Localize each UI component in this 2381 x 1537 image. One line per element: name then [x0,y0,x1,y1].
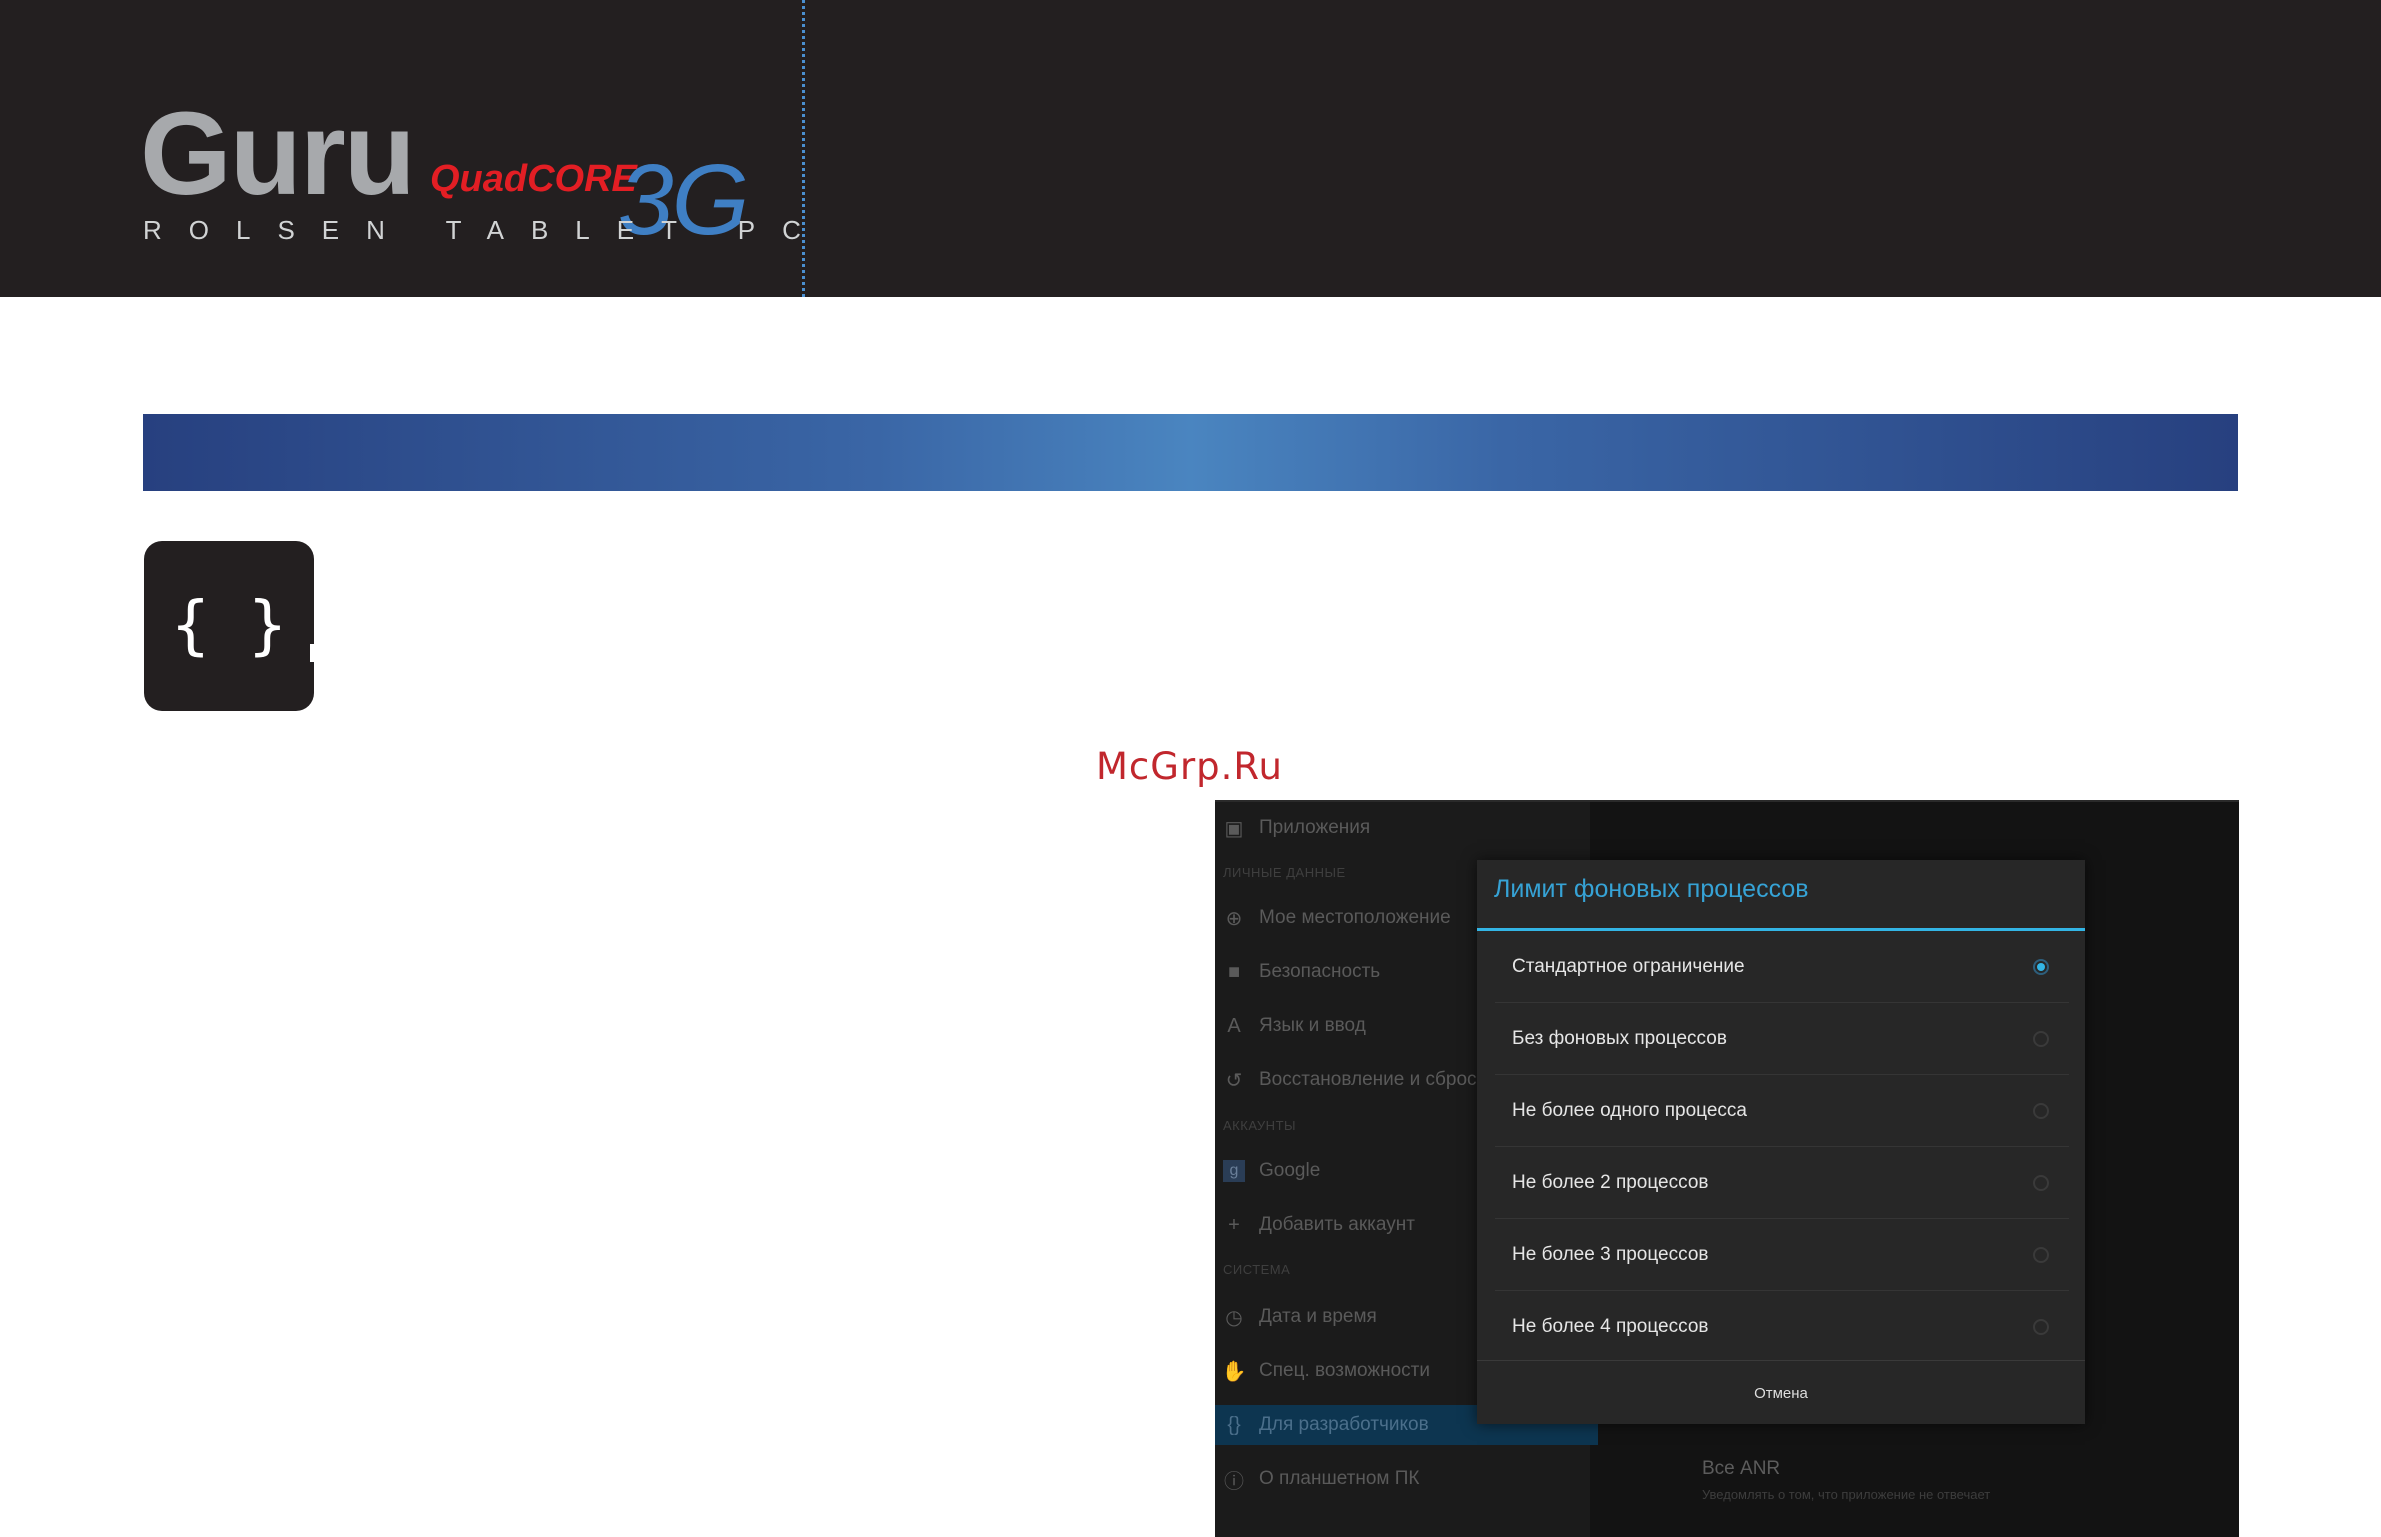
radio-icon[interactable] [2033,1030,2049,1047]
settings-item-label: Восстановление и сброс [1259,1069,1477,1090]
settings-item-label: Мое местоположение [1259,907,1451,928]
settings-item-label: О планшетном ПК [1259,1468,1420,1489]
lock-icon: ■ [1227,960,1241,983]
header-divider [802,0,805,297]
radio-icon[interactable] [2033,1102,2049,1119]
background-limit-dialog: Лимит фоновых процессов Стандартное огра… [1477,860,2085,1424]
section-header-system: Система [1223,1262,1291,1277]
option-label: Не более 2 процессов [1512,1171,1709,1193]
clock-icon: ◷ [1225,1306,1243,1329]
option-label: Без фоновых процессов [1512,1027,1727,1049]
logo-quadcore: QuadCORE [430,158,637,200]
developer-braces-icon: { } [144,541,314,711]
option-label: Не более 4 процессов [1512,1315,1709,1337]
apps-icon: ▣ [1224,817,1244,840]
settings-item-label: Для разработчиков [1259,1414,1429,1435]
google-icon: g [1223,1160,1245,1182]
anr-setting-summary: Уведомлять о том, что приложение не отве… [1702,1487,1991,1502]
cancel-button[interactable]: Отмена [1477,1360,2085,1425]
dialog-option[interactable]: Не более 4 процессов [1495,1291,2069,1362]
logo-subtitle: ROLSEN TABLET PC [143,215,828,245]
dialog-option[interactable]: Не более 3 процессов [1495,1219,2069,1291]
radio-icon[interactable] [2033,1318,2049,1335]
hand-icon: ✋ [1221,1360,1247,1383]
radio-icon[interactable] [2033,1174,2049,1191]
plus-icon: + [1228,1213,1240,1236]
settings-item-label: Спец. возможности [1259,1360,1430,1381]
section-bar [143,414,2238,491]
page-header: Guru QuadCORE 3G ROLSEN TABLET PC [0,0,2381,297]
location-icon: ⊕ [1225,907,1243,930]
dialog-option[interactable]: Без фоновых процессов [1495,1003,2069,1075]
option-label: Стандартное ограничение [1512,955,1745,977]
info-icon: ⓘ [1224,1470,1244,1493]
settings-item-about[interactable]: ⓘ О планшетном ПК [1223,1459,1583,1499]
radio-icon[interactable] [2033,1246,2049,1263]
settings-item-label: Google [1259,1160,1321,1181]
section-header-accounts: Аккаунты [1223,1118,1297,1133]
settings-item-label: Приложения [1259,817,1371,838]
option-label: Не более одного процесса [1512,1099,1747,1121]
dialog-option[interactable]: Не более 2 процессов [1495,1147,2069,1219]
option-label: Не более 3 процессов [1512,1243,1709,1265]
language-icon: A [1227,1014,1241,1037]
anr-setting-title[interactable]: Все ANR [1702,1458,1780,1480]
radio-selected-icon[interactable] [2033,958,2049,975]
dialog-option[interactable]: Не более одного процесса [1495,1075,2069,1147]
settings-item-label: Безопасность [1259,961,1381,982]
settings-item-label: Добавить аккаунт [1259,1214,1415,1235]
logo-guru: Guru [140,88,416,220]
backup-icon: ↺ [1225,1069,1243,1092]
tablet-screenshot: ▣ Приложения Личные данные ⊕ Мое местопо… [1215,800,2239,1537]
settings-item-apps[interactable]: ▣ Приложения [1223,808,1583,848]
settings-item-label: Язык и ввод [1259,1015,1366,1036]
section-header-personal: Личные данные [1223,865,1346,880]
watermark: McGrp.Ru [1096,745,1283,788]
dialog-option[interactable]: Стандартное ограничение [1495,931,2069,1003]
braces-icon: {} [1227,1413,1241,1436]
dialog-title: Лимит фоновых процессов [1494,875,1809,903]
settings-item-label: Дата и время [1259,1306,1377,1327]
